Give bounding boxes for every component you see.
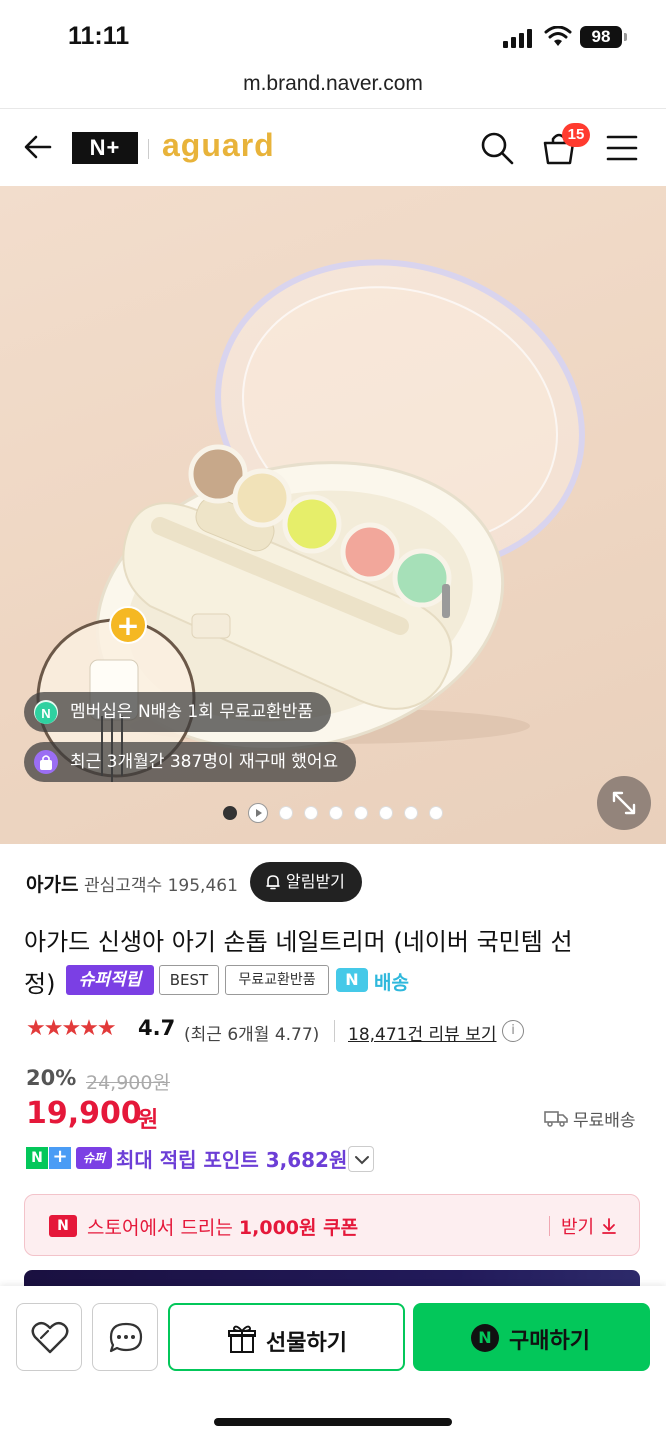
carousel-dot[interactable] <box>279 806 293 820</box>
store-name[interactable]: 아가드 <box>26 870 78 897</box>
plus-badge: + <box>49 1147 71 1169</box>
repurchase-chip: 최근 3개월간 387명이 재구매 했어요 <box>24 742 357 782</box>
chevron-down-icon <box>355 1156 369 1165</box>
coupon-text: 스토어에서 드리는 1,000원 쿠폰 <box>87 1213 358 1240</box>
carousel-video-dot[interactable] <box>248 803 268 823</box>
url-bar[interactable]: m.brand.naver.com <box>0 70 666 108</box>
rating-row: ★★★★★ 4.7 (최근 6개월 4.77) 18,471건 리뷰 보기 i <box>26 1014 646 1046</box>
status-time: 11:11 <box>68 22 130 50</box>
truck-icon <box>544 1111 568 1127</box>
price-unit: 원 <box>138 1108 159 1133</box>
coupon-divider <box>549 1216 550 1236</box>
home-indicator[interactable] <box>214 1418 452 1426</box>
play-icon <box>256 809 262 817</box>
product-title: 아가드 신생아 아기 손톱 네일트리머 (네이버 국민템 선 <box>24 928 573 956</box>
download-icon <box>601 1218 616 1234</box>
gift-button[interactable]: 선물하기 <box>168 1303 405 1371</box>
wishlist-button[interactable] <box>16 1303 82 1371</box>
alarm-subscribe-button[interactable]: 알림받기 <box>250 862 362 902</box>
n-delivery-badge-label: 배송 <box>374 972 409 994</box>
logo-divider <box>148 139 149 159</box>
buy-label: 구매하기 <box>509 1329 590 1354</box>
discount-rate: 20% <box>26 1066 77 1090</box>
store-coupon-banner[interactable]: N 스토어에서 드리는 1,000원 쿠폰 받기 <box>24 1194 640 1256</box>
super-points-badge: 슈퍼적립 <box>66 965 154 995</box>
brand-logo[interactable]: aguard <box>162 127 275 164</box>
wifi-icon <box>544 26 572 46</box>
search-icon[interactable] <box>480 131 514 165</box>
hamburger-menu-icon[interactable] <box>606 134 638 162</box>
svg-text:N: N <box>41 706 50 721</box>
coupon-amount: 1,000원 쿠폰 <box>238 1217 359 1239</box>
carousel-dot[interactable] <box>429 806 443 820</box>
review-link[interactable]: 18,471건 리뷰 보기 <box>348 1020 497 1045</box>
free-shipping-label: 무료배송 <box>573 1111 636 1131</box>
shopping-bag-icon <box>34 750 58 774</box>
alarm-label: 알림받기 <box>286 872 345 891</box>
cellular-signal-icon <box>503 29 532 48</box>
n-delivery-icon: N <box>34 700 58 724</box>
heart-icon <box>31 1321 69 1354</box>
max-points-text: 최대 적립 포인트 3,682원 <box>116 1148 348 1172</box>
gift-icon <box>228 1325 256 1353</box>
product-image-carousel[interactable]: + N 멤버십은 N배송 1회 무료교환반품 최근 3개월간 387명이 재구매… <box>0 186 666 844</box>
gift-label: 선물하기 <box>266 1331 347 1356</box>
naver-coupon-icon: N <box>49 1215 77 1237</box>
n-delivery-badge-icon: N <box>336 968 368 992</box>
battery-indicator: 98 <box>580 26 627 48</box>
url-text: m.brand.naver.com <box>243 72 423 95</box>
info-icon[interactable]: i <box>502 1020 524 1042</box>
carousel-dot[interactable] <box>304 806 318 820</box>
best-badge: BEST <box>159 965 219 995</box>
recent-rating: (최근 6개월 4.77) <box>184 1025 320 1045</box>
store-header: N+ aguard 15 <box>0 108 666 186</box>
status-bar: 11:11 98 <box>0 0 666 70</box>
original-price: 24,900원 <box>86 1072 170 1094</box>
coupon-download-label: 받기 <box>561 1217 595 1238</box>
carousel-dot[interactable] <box>329 806 343 820</box>
chat-bubble-icon <box>109 1322 143 1353</box>
repurchase-chip-text: 최근 3개월간 387명이 재구매 했어요 <box>70 752 339 772</box>
coupon-text-prefix: 스토어에서 드리는 <box>87 1217 239 1239</box>
cart-count-badge: 15 <box>562 123 590 147</box>
rating-score: 4.7 <box>138 1016 176 1040</box>
naver-n-badge: N <box>26 1147 48 1169</box>
naver-pay-icon: N <box>471 1324 499 1352</box>
points-expand-button[interactable] <box>348 1146 374 1172</box>
membership-chip-text: 멤버십은 N배송 1회 무료교환반품 <box>70 702 314 722</box>
back-arrow-icon[interactable] <box>22 131 54 163</box>
chat-button[interactable] <box>92 1303 158 1371</box>
rating-divider <box>334 1020 335 1042</box>
carousel-dot[interactable] <box>379 806 393 820</box>
membership-chip: N 멤버십은 N배송 1회 무료교환반품 <box>24 692 332 732</box>
hotspot-plus-button[interactable]: + <box>109 606 147 644</box>
carousel-dot[interactable] <box>223 806 237 820</box>
sale-price: 19,900 <box>26 1096 142 1131</box>
carousel-dot[interactable] <box>404 806 418 820</box>
carousel-dots <box>0 803 666 824</box>
star-rating: ★★★★★ <box>26 1016 117 1041</box>
product-title-suffix: 정) <box>24 970 56 998</box>
buy-button[interactable]: N 구매하기 <box>413 1303 650 1371</box>
price-row: 19,900 원 무료배송 <box>26 1096 646 1140</box>
super-badge: 슈퍼 <box>76 1147 112 1169</box>
coupon-download-button[interactable]: 받기 <box>561 1213 618 1239</box>
bell-plus-icon <box>266 875 280 890</box>
naver-plus-logo[interactable]: N+ <box>72 132 138 164</box>
follower-count: 관심고객수 195,461 <box>84 876 238 896</box>
bottom-action-bar: 선물하기 N 구매하기 <box>0 1286 666 1440</box>
free-return-badge: 무료교환반품 <box>225 965 329 995</box>
carousel-dot[interactable] <box>354 806 368 820</box>
